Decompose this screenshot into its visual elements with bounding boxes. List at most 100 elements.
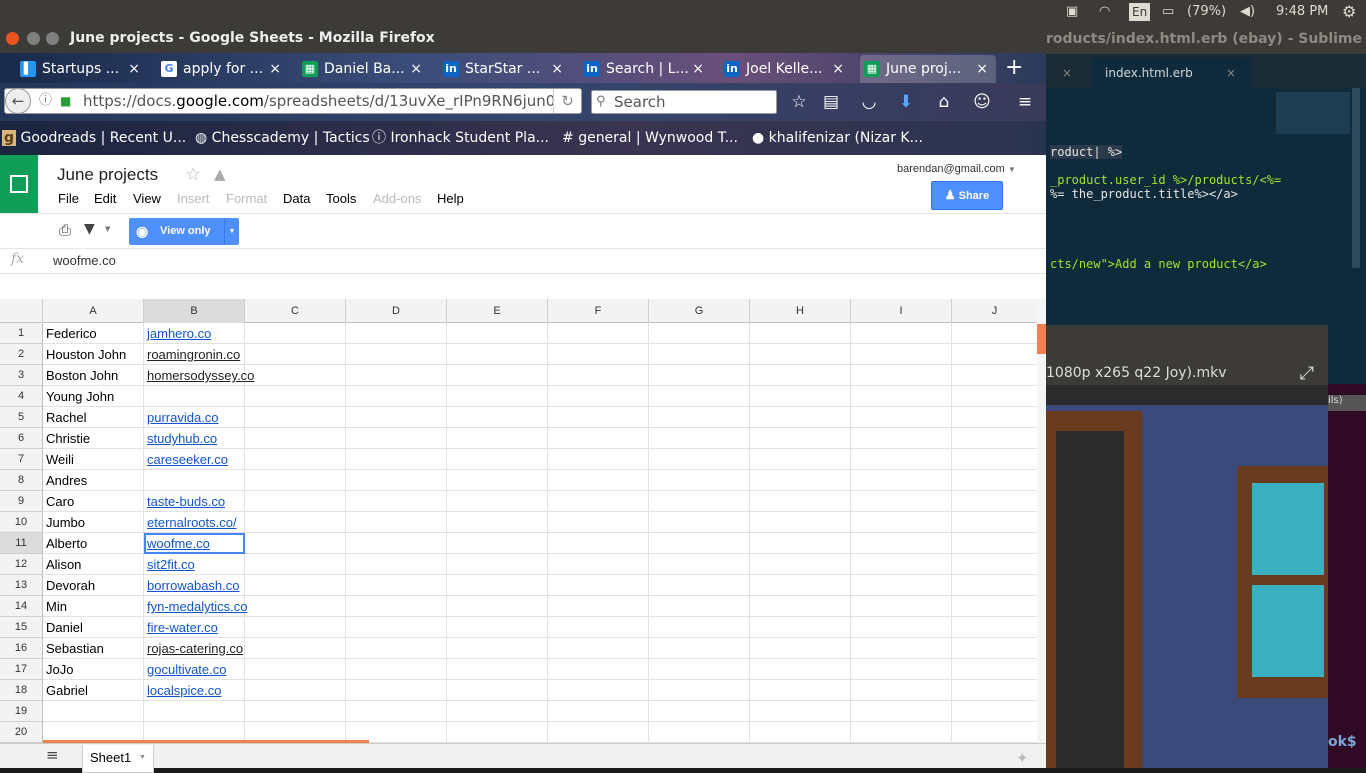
close-tab-icon[interactable]: × [410, 55, 422, 83]
column-header-e[interactable]: E [447, 299, 548, 323]
cell-empty[interactable] [447, 323, 548, 344]
cell-empty[interactable] [548, 533, 649, 554]
cell-empty[interactable] [649, 659, 750, 680]
wifi-icon[interactable]: ◠ [1099, 0, 1110, 24]
cell-empty[interactable] [649, 470, 750, 491]
menu-help[interactable]: Help [437, 191, 464, 206]
cell-empty[interactable] [447, 554, 548, 575]
close-window-icon[interactable] [6, 32, 19, 45]
cell-empty[interactable] [952, 512, 1037, 533]
close-tab-icon[interactable]: × [128, 55, 140, 83]
cell-empty[interactable] [447, 344, 548, 365]
cell-empty[interactable] [851, 575, 952, 596]
cell-empty[interactable] [548, 701, 649, 722]
menu-data[interactable]: Data [283, 191, 310, 206]
cell-empty[interactable] [649, 680, 750, 701]
column-header-h[interactable]: H [750, 299, 851, 323]
cell-url[interactable] [144, 701, 245, 722]
menu-format[interactable]: Format [226, 191, 267, 206]
downloads-icon[interactable]: ⬇ [895, 91, 917, 113]
cell-empty[interactable] [245, 386, 346, 407]
gear-icon[interactable]: ⚙ [1342, 0, 1356, 24]
cell-name[interactable]: Andres [43, 470, 144, 491]
column-header-d[interactable]: D [346, 299, 447, 323]
cell-empty[interactable] [649, 554, 750, 575]
cell-empty[interactable] [245, 701, 346, 722]
cell-empty[interactable] [447, 365, 548, 386]
cell-url[interactable]: purravida.co [144, 407, 245, 428]
account-menu[interactable]: barendan@gmail.com ▼ [897, 163, 1016, 175]
close-tab-icon[interactable]: × [551, 55, 563, 83]
reading-list-icon[interactable]: ▤ [820, 91, 842, 113]
cell-empty[interactable] [851, 428, 952, 449]
cell-empty[interactable] [750, 449, 851, 470]
cell-empty[interactable] [649, 512, 750, 533]
cell-empty[interactable] [851, 386, 952, 407]
cell-empty[interactable] [750, 617, 851, 638]
sheet-tab[interactable]: Sheet1 ▼ [82, 745, 154, 773]
cell-url[interactable]: fyn-medalytics.co [144, 596, 247, 617]
cell-empty[interactable] [952, 638, 1037, 659]
cell-empty[interactable] [851, 617, 952, 638]
cell-empty[interactable] [346, 680, 447, 701]
cell-name[interactable]: Alison [43, 554, 144, 575]
cell-empty[interactable] [851, 533, 952, 554]
cell-url[interactable]: careseeker.co [144, 449, 245, 470]
cell-url[interactable] [144, 470, 245, 491]
cell-empty[interactable] [851, 722, 952, 743]
cell-empty[interactable] [245, 554, 346, 575]
cell-empty[interactable] [548, 554, 649, 575]
bookmark-goodreads[interactable]: g Goodreads | Recent U... [2, 121, 186, 155]
row-header[interactable]: 9 [0, 491, 43, 512]
chevron-down-icon[interactable]: ▼ [139, 745, 146, 771]
back-icon[interactable]: ← [5, 89, 31, 113]
close-tab-icon[interactable]: × [976, 55, 988, 83]
row-header[interactable]: 12 [0, 554, 43, 575]
cell-name[interactable]: Federico [43, 323, 144, 344]
battery-icon[interactable]: ▭ [1162, 0, 1174, 24]
cell-empty[interactable] [245, 470, 346, 491]
bookmark-chesscademy[interactable]: ◍ Chesscademy | Tactics [195, 121, 370, 155]
cell-name[interactable]: Young John [43, 386, 144, 407]
cell-empty[interactable] [447, 617, 548, 638]
cell-empty[interactable] [346, 659, 447, 680]
cell-empty[interactable] [346, 575, 447, 596]
tab-search[interactable]: in Search | L... × [580, 55, 712, 83]
cell-empty[interactable] [548, 617, 649, 638]
cell-empty[interactable] [952, 554, 1037, 575]
tab-june-projects[interactable]: ▦ June proj... × [860, 55, 996, 83]
cell-empty[interactable] [346, 470, 447, 491]
cell-empty[interactable] [952, 533, 1037, 554]
cell-empty[interactable] [750, 470, 851, 491]
cell-empty[interactable] [548, 680, 649, 701]
cell-name[interactable]: Christie [43, 428, 144, 449]
row-header[interactable]: 5 [0, 407, 43, 428]
cell-empty[interactable] [245, 512, 346, 533]
view-only-button[interactable]: ◉ View only ▼ [129, 218, 239, 245]
cell-url[interactable]: gocultivate.co [144, 659, 245, 680]
keyboard-layout-indicator[interactable]: En [1129, 3, 1151, 21]
cell-empty[interactable] [346, 596, 447, 617]
column-header-g[interactable]: G [649, 299, 750, 323]
cell-empty[interactable] [346, 512, 447, 533]
cell-empty[interactable] [346, 449, 447, 470]
scrollbar[interactable] [1352, 88, 1360, 268]
cell-empty[interactable] [245, 638, 346, 659]
bookmark-github[interactable]: ● khalifenizar (Nizar K... [752, 121, 923, 155]
cell-name[interactable] [43, 701, 144, 722]
cell-empty[interactable] [548, 470, 649, 491]
menu-addons[interactable]: Add-ons [373, 191, 421, 206]
cell-url[interactable]: taste-buds.co [144, 491, 245, 512]
cell-empty[interactable] [447, 386, 548, 407]
row-header[interactable]: 6 [0, 428, 43, 449]
cell-empty[interactable] [649, 491, 750, 512]
cell-empty[interactable] [750, 428, 851, 449]
column-header-c[interactable]: C [245, 299, 346, 323]
cell-url[interactable]: woofme.co [144, 533, 245, 554]
select-all-corner[interactable] [0, 299, 43, 323]
cell-empty[interactable] [952, 428, 1037, 449]
cell-empty[interactable] [649, 365, 750, 386]
cell-empty[interactable] [548, 365, 649, 386]
new-tab-icon[interactable]: + [1005, 53, 1023, 83]
tab-daniel[interactable]: ▦ Daniel Ba... × [298, 55, 430, 83]
